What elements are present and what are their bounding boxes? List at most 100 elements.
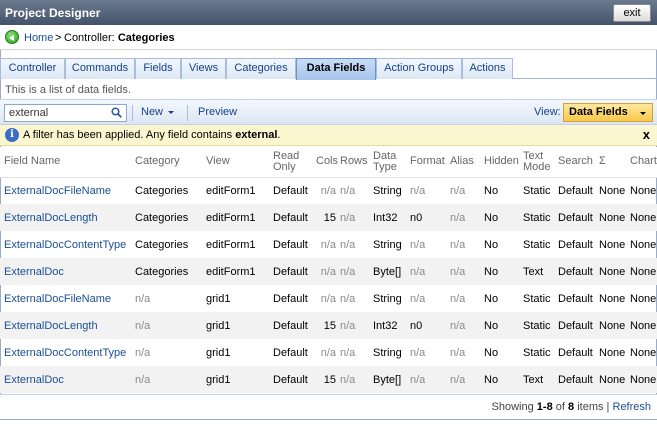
cell-category: Categories: [131, 258, 202, 285]
cell-view: editForm1: [202, 204, 269, 231]
cell-rows: n/a: [340, 292, 356, 305]
column-header-category[interactable]: Category: [131, 147, 202, 178]
cell-chart: None: [630, 184, 657, 197]
column-header-view[interactable]: View: [202, 147, 269, 178]
tab-commands[interactable]: Commands: [65, 58, 135, 79]
column-header-data-type[interactable]: Data Type: [369, 147, 406, 178]
cell-format: n0: [406, 204, 446, 231]
column-header-aggregate[interactable]: Σ: [595, 147, 626, 178]
field-name-link[interactable]: ExternalDocLength: [0, 312, 131, 339]
cell-category: n/a: [131, 366, 202, 393]
column-header-alias[interactable]: Alias: [446, 147, 480, 178]
pager-total: 8: [568, 401, 575, 413]
column-header-hidden[interactable]: Hidden: [480, 147, 519, 178]
table-row[interactable]: ExternalDocContentType Categories editForm…: [0, 231, 657, 258]
toolbar: New Preview View: Data Fields: [0, 99, 657, 125]
cell-chart: None: [630, 346, 657, 359]
column-header-read-only[interactable]: Read Only: [269, 147, 312, 178]
table-row[interactable]: ExternalDocFileName Categories editForm1 De…: [0, 177, 657, 204]
pager-showing-label: Showing: [491, 401, 534, 413]
cell-hidden: No: [480, 366, 519, 393]
field-name-link[interactable]: ExternalDocContentType: [0, 339, 131, 366]
cell-search: Default: [558, 346, 593, 359]
cell-alias: n/a: [446, 258, 480, 285]
cell-text-mode: Static: [523, 292, 551, 305]
field-name-link[interactable]: ExternalDocFileName: [0, 285, 131, 312]
tab-fields[interactable]: Fields: [135, 58, 181, 79]
exit-button[interactable]: exit: [613, 4, 651, 22]
cell-aggregate: None: [595, 366, 626, 393]
cell-text-mode: Static: [523, 238, 551, 251]
field-name-link[interactable]: ExternalDoc: [0, 366, 131, 393]
cell-category: Categories: [131, 204, 202, 231]
title-bar: Project Designer exit: [0, 0, 657, 25]
cell-data-type: Byte[]: [369, 366, 406, 393]
cell-alias: n/a: [450, 292, 466, 305]
search-icon[interactable]: [111, 107, 122, 118]
cell-text-mode: Text: [519, 258, 554, 285]
breadcrumb: Home > Controller: Categories: [0, 25, 657, 50]
view-selector[interactable]: Data Fields: [563, 103, 653, 122]
cell-chart: None: [626, 204, 657, 231]
cell-read-only: Default: [269, 366, 312, 393]
new-button[interactable]: New: [141, 106, 175, 118]
cell-rows: n/a: [340, 238, 356, 251]
field-name-link[interactable]: ExternalDoc: [0, 258, 131, 285]
table-row[interactable]: ExternalDoc Categories editForm1 Default n/a…: [0, 258, 657, 285]
search-input[interactable]: [5, 105, 109, 121]
field-name-link[interactable]: ExternalDocFileName: [0, 177, 131, 204]
table-row[interactable]: ExternalDocLength Categories editForm1 Defa…: [0, 204, 657, 231]
preview-button[interactable]: Preview: [198, 106, 237, 118]
cell-format: n/a: [406, 258, 446, 285]
cell-hidden: No: [480, 204, 519, 231]
table-row[interactable]: ExternalDocContentType n/a grid1 Default n/a…: [0, 339, 657, 366]
close-icon[interactable]: x: [643, 127, 650, 142]
back-arrow-icon[interactable]: [5, 30, 19, 44]
cell-chart: None: [626, 312, 657, 339]
tab-categories[interactable]: Categories: [226, 58, 296, 79]
cell-data-type: String: [373, 238, 402, 251]
cell-cols: 15: [312, 204, 336, 231]
pager-items-label: items: [577, 401, 604, 413]
cell-read-only: Default: [273, 292, 308, 305]
cell-alias: n/a: [446, 366, 480, 393]
table-row[interactable]: ExternalDoc n/a grid1 Default 15 n/a Byte[] n/a…: [0, 366, 657, 393]
refresh-link[interactable]: Refresh: [612, 401, 651, 413]
column-header-field-name[interactable]: Field Name: [0, 147, 131, 178]
cell-text-mode: Static: [519, 312, 554, 339]
field-name-link[interactable]: ExternalDocLength: [0, 204, 131, 231]
tab-action-groups[interactable]: Action Groups: [376, 58, 462, 79]
column-header-format[interactable]: Format: [406, 147, 446, 178]
cell-hidden: No: [480, 258, 519, 285]
tab-data-fields[interactable]: Data Fields: [296, 58, 376, 80]
tab-actions[interactable]: Actions: [462, 58, 513, 79]
field-name-link[interactable]: ExternalDocContentType: [0, 231, 131, 258]
cell-read-only: Default: [273, 238, 308, 251]
cell-alias: n/a: [450, 238, 466, 251]
cell-aggregate: None: [599, 184, 626, 197]
column-header-search[interactable]: Search: [554, 147, 595, 178]
table-row[interactable]: ExternalDocFileName n/a grid1 Default n/a n/a…: [0, 285, 657, 312]
tab-controller[interactable]: Controller: [0, 58, 65, 79]
table-row[interactable]: ExternalDocLength n/a grid1 Default 15 n/a Int…: [0, 312, 657, 339]
cell-cols: n/a: [320, 184, 336, 197]
cell-rows: n/a: [336, 312, 369, 339]
column-header-chart[interactable]: Chart: [626, 147, 657, 178]
tab-views[interactable]: Views: [181, 58, 226, 79]
cell-category: n/a: [135, 292, 151, 305]
cell-category: Categories: [135, 184, 189, 197]
toolbar-divider: [187, 105, 188, 121]
column-header-text-mode[interactable]: Text Mode: [519, 147, 554, 178]
column-header-rows[interactable]: Rows: [336, 147, 369, 178]
cell-search: Default: [558, 184, 593, 197]
cell-cols: n/a: [312, 258, 336, 285]
cell-aggregate: None: [599, 346, 626, 359]
cell-aggregate: None: [595, 312, 626, 339]
breadcrumb-controller-label: Controller:: [64, 32, 115, 44]
column-header-cols[interactable]: Cols: [312, 147, 338, 178]
page-description: This is a list of data fields.: [5, 84, 131, 96]
cell-view: editForm1: [206, 238, 256, 251]
breadcrumb-home-link[interactable]: Home: [24, 32, 53, 44]
cell-chart: None: [630, 292, 657, 305]
cell-data-type: String: [373, 292, 402, 305]
